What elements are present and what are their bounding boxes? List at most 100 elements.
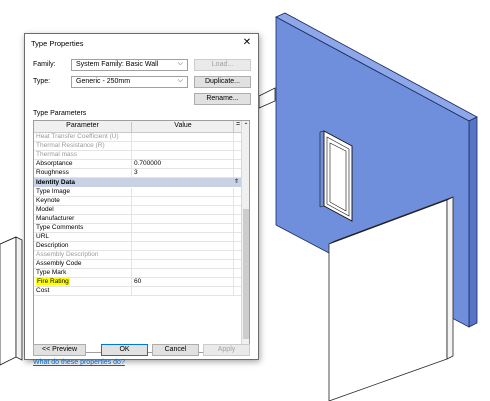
parameter-name-text: Heat Transfer Coefficient (U) <box>36 133 119 140</box>
table-row[interactable]: Type Image <box>34 188 241 197</box>
parameter-value[interactable] <box>131 242 233 250</box>
parameter-name: Fire Rating <box>36 278 70 286</box>
apply-button[interactable]: Apply <box>203 344 250 356</box>
parameter-value[interactable] <box>131 206 233 214</box>
left-wall-face <box>0 236 17 366</box>
preview-button[interactable]: << Preview <box>33 344 86 356</box>
load-button[interactable]: Load... <box>194 59 251 71</box>
parameter-name: Assembly Code <box>36 260 82 268</box>
parameter-value[interactable] <box>131 151 233 159</box>
front-wall-side <box>446 196 454 360</box>
parameter-name: Model <box>36 206 54 214</box>
parameter-name: Type Comments <box>36 224 83 232</box>
parameter-value[interactable] <box>131 260 233 268</box>
column-header-parameter: Parameter <box>66 122 99 129</box>
table-row[interactable]: Description <box>34 242 241 251</box>
parameter-name: Type Image <box>36 188 70 196</box>
chevron-down-icon: ⌵ <box>177 77 183 84</box>
table-row[interactable]: Thermal Resistance (R) <box>34 142 241 151</box>
cancel-button[interactable]: Cancel <box>152 344 199 356</box>
window-glass <box>329 142 347 212</box>
left-wall-edge <box>15 236 23 361</box>
help-link[interactable]: What do these properties do? <box>33 359 125 366</box>
group-header-identity-data[interactable]: Identity Data ⇑ <box>34 178 241 187</box>
parameter-value[interactable]: 0.700000 <box>131 160 233 168</box>
table-row[interactable]: Fire Rating 60 <box>34 278 241 287</box>
selected-wall-side <box>468 116 478 328</box>
parameter-name: Keynote <box>36 197 60 205</box>
table-row[interactable]: Manufacturer <box>34 215 241 224</box>
family-label: Family: <box>33 61 56 68</box>
parameter-name: Thermal mass <box>36 151 77 159</box>
parameter-name-text: Type Mark <box>36 269 67 276</box>
parameter-name: Description <box>36 242 69 250</box>
table-row[interactable]: Cost <box>34 287 241 296</box>
parameter-name: Heat Transfer Coefficient (U) <box>36 133 119 141</box>
parameter-value[interactable] <box>131 215 233 223</box>
chevron-down-icon: ⌵ <box>177 60 183 67</box>
parameter-name: Thermal Resistance (R) <box>36 142 105 150</box>
group-header-label: Identity Data <box>36 179 76 186</box>
rename-button[interactable]: Rename... <box>194 93 251 105</box>
type-parameters-grid[interactable]: Parameter Value = Heat Transfer Coeffici… <box>33 120 250 353</box>
table-row[interactable]: URL <box>34 233 241 242</box>
parameter-name-text: Description <box>36 242 69 249</box>
parameter-name-text: Roughness <box>36 169 69 176</box>
parameter-name-text: Assembly Description <box>36 251 99 258</box>
type-label: Type: <box>33 78 51 85</box>
grid-scrollbar[interactable]: ⌃ ⌄ <box>241 121 249 352</box>
duplicate-button[interactable]: Duplicate... <box>194 76 251 88</box>
scroll-up-icon[interactable]: ⌃ <box>242 121 249 131</box>
table-row[interactable]: Thermal mass <box>34 151 241 160</box>
family-dropdown[interactable]: System Family: Basic Wall ⌵ <box>71 59 188 71</box>
collapse-icon[interactable]: ⇑ <box>234 178 239 187</box>
parameter-name: Absorptance <box>36 160 73 168</box>
parameter-value[interactable] <box>131 142 233 150</box>
parameter-name: Type Mark <box>36 269 66 277</box>
table-row[interactable]: Absorptance 0.700000 <box>34 160 241 169</box>
parameter-name-text: Model <box>36 206 54 213</box>
parameter-value[interactable] <box>131 233 233 241</box>
parameter-value[interactable] <box>131 251 233 259</box>
table-row[interactable]: Keynote <box>34 197 241 206</box>
parameter-name: Roughness <box>36 169 69 177</box>
table-row[interactable]: Model <box>34 206 241 215</box>
parameter-value[interactable] <box>131 188 233 196</box>
parameter-value[interactable] <box>131 133 233 141</box>
parameter-name-text: Absorptance <box>36 160 73 167</box>
parameter-name-text: Type Image <box>36 188 70 195</box>
family-value: System Family: Basic Wall <box>76 61 159 68</box>
parameter-value[interactable] <box>131 269 233 277</box>
parameter-name-text: Fire Rating <box>36 278 70 285</box>
parameter-name: URL <box>36 233 49 241</box>
parameter-name: Assembly Description <box>36 251 99 259</box>
parameter-name: Manufacturer <box>36 215 74 223</box>
grid-header: Parameter Value = <box>34 121 241 133</box>
parameter-name-text: URL <box>36 233 50 240</box>
table-row[interactable]: Assembly Code <box>34 260 241 269</box>
scrollbar-thumb[interactable] <box>243 209 249 339</box>
parameter-name-text: Manufacturer <box>36 215 75 222</box>
parameter-name-text: Thermal mass <box>36 151 78 158</box>
type-value: Generic - 250mm <box>76 78 131 85</box>
parameter-value[interactable] <box>131 224 233 232</box>
parameter-value[interactable] <box>131 287 233 295</box>
ok-button[interactable]: OK <box>101 344 148 356</box>
parameter-value[interactable]: 60 <box>131 278 233 286</box>
type-properties-dialog: Type Properties ✕ Family: System Family:… <box>24 33 259 366</box>
parameter-name: Cost <box>36 287 49 295</box>
parameter-value[interactable]: 3 <box>131 169 233 177</box>
dialog-title: Type Properties <box>31 39 84 48</box>
table-row[interactable]: Type Mark <box>34 269 241 278</box>
close-icon[interactable]: ✕ <box>241 37 253 49</box>
parameter-name-text: Type Comments <box>36 224 84 231</box>
table-row[interactable]: Roughness 3 <box>34 169 241 178</box>
back-wall-left <box>258 87 276 109</box>
table-row[interactable]: Heat Transfer Coefficient (U) <box>34 133 241 142</box>
parameter-value[interactable] <box>131 197 233 205</box>
table-row[interactable]: Assembly Description <box>34 251 241 260</box>
type-dropdown[interactable]: Generic - 250mm ⌵ <box>71 76 188 88</box>
dialog-titlebar[interactable]: Type Properties ✕ <box>25 34 258 52</box>
table-row[interactable]: Type Comments <box>34 224 241 233</box>
parameter-name-text: Thermal Resistance (R) <box>36 142 105 149</box>
